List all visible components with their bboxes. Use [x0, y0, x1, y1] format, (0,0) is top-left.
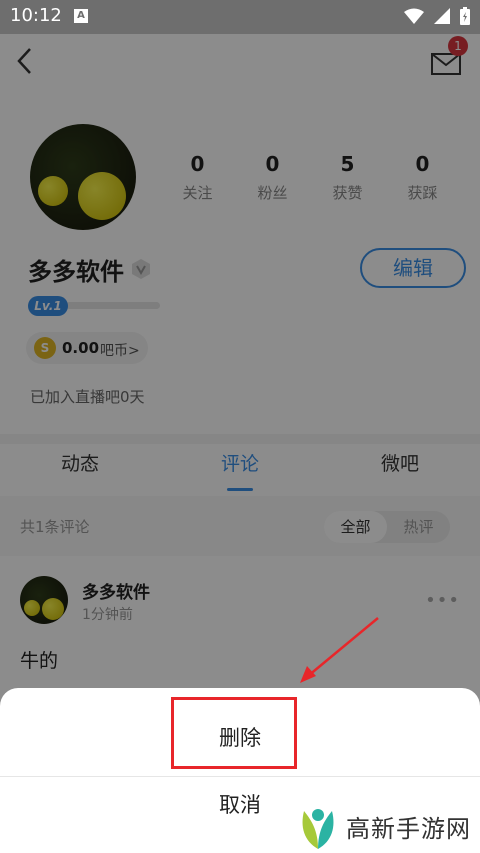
watermark: 高新手游网: [296, 800, 471, 852]
status-time: 10:12: [10, 5, 62, 26]
notification-icon: A: [74, 9, 88, 23]
status-bar: 10:12 A: [0, 0, 480, 34]
annotation-highlight-box: [171, 697, 297, 769]
status-icons: [404, 7, 470, 25]
watermark-logo-icon: [302, 809, 334, 849]
watermark-text: 高新手游网: [346, 814, 471, 843]
wifi-icon: [404, 8, 424, 24]
battery-icon: [460, 7, 470, 25]
signal-icon: [434, 8, 450, 24]
